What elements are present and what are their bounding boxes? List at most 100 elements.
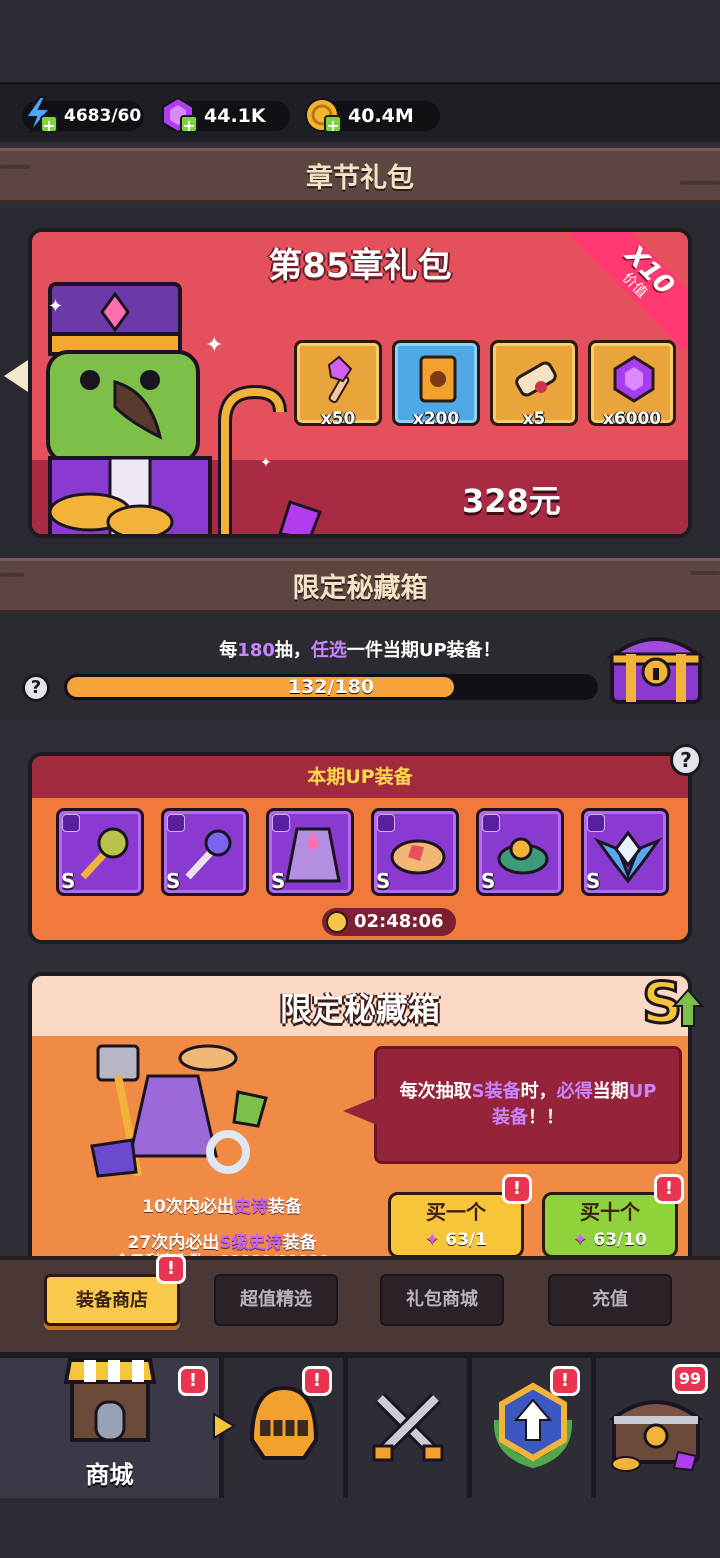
add-gold-icon[interactable]: + bbox=[324, 115, 342, 134]
equipment-shop-badge: ! bbox=[156, 1254, 186, 1284]
equipment-bundle-illustration bbox=[90, 1044, 268, 1178]
rank-label: S bbox=[376, 869, 391, 893]
progress-help-icon[interactable]: ? bbox=[22, 674, 50, 702]
tab-recharge[interactable]: 充值 bbox=[548, 1274, 672, 1326]
add-energy-icon[interactable]: + bbox=[40, 115, 58, 134]
shop-screen: + 4683/60 + 44.1K + 40.4M 章节礼包 第85章礼包 X1… bbox=[0, 0, 720, 1558]
pack-item-scroll[interactable]: x5 bbox=[490, 340, 578, 429]
note-highlight: 史诗 bbox=[233, 1197, 268, 1217]
rank-label: S bbox=[166, 869, 181, 893]
timer-value: 02:48:06 bbox=[354, 911, 444, 932]
tab-gift-shop[interactable]: 礼包商城 bbox=[380, 1274, 504, 1326]
nav-shop-label: 商城 bbox=[85, 1461, 134, 1489]
robe-icon bbox=[285, 827, 341, 883]
gesture-area bbox=[0, 1498, 720, 1558]
up-help-icon[interactable]: ? bbox=[670, 744, 702, 776]
wood-scratch bbox=[0, 573, 24, 577]
treasure-chest-icon[interactable] bbox=[606, 626, 706, 708]
rank-up-icon: S bbox=[641, 970, 705, 1032]
gem-icon bbox=[613, 355, 655, 403]
bubble-text: 时， bbox=[520, 1081, 557, 1102]
buy-ten-alert-badge: ! bbox=[654, 1174, 684, 1204]
up-item-boots[interactable]: S bbox=[371, 808, 459, 896]
item-count: x200 bbox=[412, 409, 460, 429]
up-panel-title: 本期UP装备 bbox=[32, 756, 688, 798]
note-text: 装备 bbox=[267, 1197, 302, 1217]
intro-text: 每 bbox=[219, 640, 238, 661]
amulet-icon bbox=[497, 837, 549, 875]
bubble-highlight: 装备 bbox=[492, 1107, 528, 1128]
limited-box-heading: 限定秘藏箱 bbox=[292, 573, 428, 604]
intro-highlight: 任选 bbox=[310, 640, 347, 661]
bracer-icon bbox=[390, 839, 446, 875]
nav-pointer-arrow-icon bbox=[213, 1412, 236, 1440]
buy-one-label: 买一个 bbox=[426, 1200, 486, 1224]
intro-number: 180 bbox=[237, 640, 275, 661]
chapter-pack-card: 第85章礼包 X10 价值 ✦ ✦ ✦ x50 x200 x5 x6000 32… bbox=[28, 228, 692, 538]
chapter-pack-heading: 章节礼包 bbox=[306, 163, 414, 194]
gem-value: 44.1K bbox=[204, 105, 266, 127]
up-item-staff[interactable]: S bbox=[161, 808, 249, 896]
up-item-robe[interactable]: S bbox=[266, 808, 354, 896]
rank-label: S bbox=[481, 869, 496, 893]
intro-text: 一件当期UP装备！ bbox=[346, 640, 501, 661]
up-item-emblem[interactable]: S bbox=[581, 808, 669, 896]
shop-nav-badge: ! bbox=[178, 1366, 208, 1396]
up-item-amulet[interactable]: S bbox=[476, 808, 564, 896]
buy-one-alert-badge: ! bbox=[502, 1174, 532, 1204]
bubble-text: 每次抽取 bbox=[399, 1081, 472, 1102]
progress-label: 132/180 bbox=[287, 676, 375, 698]
energy-value: 4683/60 bbox=[64, 106, 142, 126]
value-ribbon-band: X10 价值 bbox=[572, 232, 688, 348]
gem-counter[interactable]: + 44.1K bbox=[162, 96, 290, 134]
wood-scratch bbox=[0, 165, 30, 169]
status-area bbox=[0, 0, 720, 82]
gold-counter[interactable]: + 40.4M bbox=[305, 98, 440, 134]
bubble-highlight: S装备 bbox=[471, 1081, 521, 1102]
rank-label: S bbox=[271, 869, 286, 893]
torch-icon: ✦ bbox=[425, 1230, 440, 1250]
goblin-merchant-illustration: ✦ ✦ ✦ bbox=[46, 282, 322, 534]
pack-item-gems[interactable]: x6000 bbox=[588, 340, 676, 429]
wood-scratch bbox=[680, 181, 720, 185]
limited-box-header: 限定秘藏箱 bbox=[0, 558, 720, 614]
draw-progress-bar: 132/180 bbox=[64, 674, 598, 700]
up-equipment-panel: 本期UP装备 S S S S S S 02:48:06 bbox=[28, 752, 692, 944]
pack-item-torch[interactable]: x50 bbox=[294, 340, 382, 429]
emblem-icon bbox=[594, 830, 662, 884]
chest-icon bbox=[608, 1400, 704, 1472]
torch-icon: ✦ bbox=[573, 1230, 588, 1250]
resource-bar: + 4683/60 + 44.1K + 40.4M bbox=[0, 82, 720, 142]
svg-text:✦: ✦ bbox=[205, 333, 223, 358]
add-gem-icon[interactable]: + bbox=[180, 115, 198, 134]
book-icon bbox=[419, 355, 457, 403]
limited-box-panel: 限定秘藏箱 每次抽取S装备时，必得当期UP 装备！！ 10次内必出史诗装备 27… bbox=[28, 972, 692, 1272]
crossed-swords-icon bbox=[372, 1393, 444, 1462]
pack-item-book[interactable]: x200 bbox=[392, 340, 480, 429]
item-count: x50 bbox=[320, 409, 356, 429]
mace-icon bbox=[80, 827, 129, 880]
gold-value: 40.4M bbox=[348, 105, 414, 127]
box-panel-title: 限定秘藏箱 bbox=[279, 990, 440, 1028]
svg-text:S: S bbox=[642, 971, 682, 1032]
bottom-navigation: 商城 bbox=[0, 1352, 720, 1498]
nav-battle[interactable] bbox=[348, 1358, 470, 1498]
shop-tabs: 装备商店 超值精选 礼包商城 充值 bbox=[0, 1256, 720, 1352]
upgrade-nav-badge: ! bbox=[550, 1366, 580, 1396]
item-count: x6000 bbox=[602, 409, 662, 429]
wood-scratch bbox=[690, 571, 720, 575]
chapter-pack-header: 章节礼包 bbox=[0, 148, 720, 204]
buy-ten-cost: ✦ 63/10 bbox=[545, 1229, 675, 1251]
equipment-nav-badge: ! bbox=[302, 1366, 332, 1396]
clock-icon bbox=[326, 911, 348, 933]
item-count: x5 bbox=[522, 409, 546, 429]
buy-one-cost: ✦ 63/1 bbox=[391, 1229, 521, 1251]
rank-label: S bbox=[61, 869, 76, 893]
torch-icon bbox=[327, 355, 353, 404]
energy-counter[interactable]: + 4683/60 bbox=[22, 96, 144, 134]
up-item-mace[interactable]: S bbox=[56, 808, 144, 896]
note-number: 10 bbox=[142, 1197, 166, 1217]
pity-note-epic: 10次内必出史诗装备 bbox=[72, 1192, 372, 1217]
pack-price[interactable]: 328元 bbox=[462, 476, 561, 522]
tab-value-picks[interactable]: 超值精选 bbox=[214, 1274, 338, 1326]
